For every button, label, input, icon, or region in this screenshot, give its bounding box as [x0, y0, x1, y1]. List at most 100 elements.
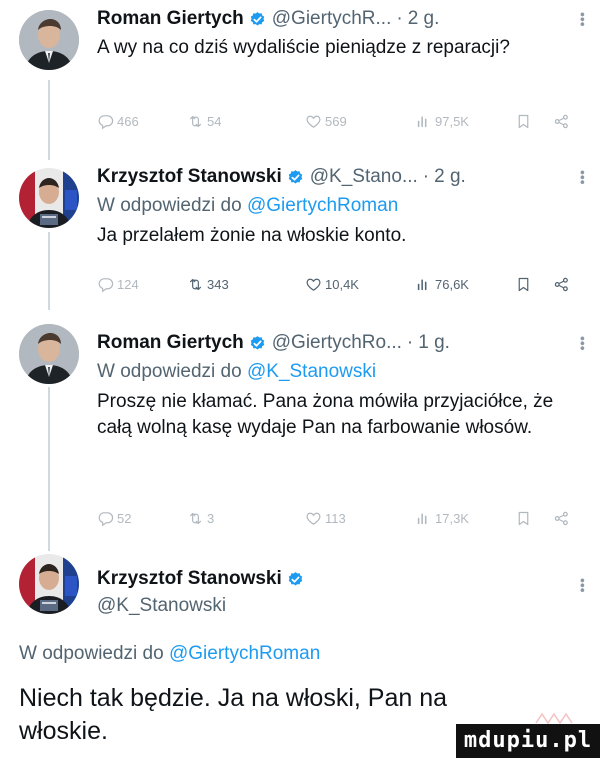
views-button[interactable]: 76,6K [415, 276, 515, 293]
watermark-ornament [535, 712, 573, 724]
bookmark-button[interactable] [515, 276, 553, 293]
reply-context: W odpowiedzi do @GiertychRoman [19, 641, 320, 667]
share-button[interactable] [553, 113, 573, 130]
tweet-time[interactable]: 2 g. [408, 7, 440, 31]
retweet-count: 3 [207, 510, 215, 526]
reply-to-mention[interactable]: @GiertychRoman [169, 643, 320, 664]
author-handle[interactable]: @GiertychR... [272, 7, 392, 31]
verified-icon [287, 571, 304, 588]
reply-count: 124 [117, 276, 139, 292]
tweet-actions: 52 3 113 17,3K [97, 508, 588, 528]
reply-context: W odpowiedzi do @K_Stanowski [97, 359, 588, 385]
tweet-actions: 466 54 569 97,5K [97, 111, 588, 131]
tweet-time[interactable]: 2 g. [434, 165, 466, 189]
tweet-text: A wy na co dziś wydaliście pieniądze z r… [97, 37, 510, 58]
bookmark-button[interactable] [515, 113, 553, 130]
views-count: 97,5K [435, 113, 469, 129]
views-icon [415, 113, 432, 130]
like-count: 10,4K [325, 276, 359, 292]
author-handle[interactable]: @K_Stanowski [97, 593, 588, 619]
author-name[interactable]: Krzysztof Stanowski [97, 165, 282, 189]
thread-line [48, 80, 50, 160]
more-icon[interactable]: ••• [575, 578, 591, 593]
avatar-krzysztof-stanowski[interactable] [19, 554, 79, 614]
bookmark-button[interactable] [515, 510, 553, 527]
tweet-header: Krzysztof Stanowski @K_Stano... · 2 g. [97, 165, 588, 189]
retweet-button[interactable]: 54 [187, 113, 305, 130]
bookmark-icon [515, 113, 532, 130]
tweet: Roman Giertych @GiertychRo... · 1 g. W o… [97, 331, 588, 441]
reply-prefix: W odpowiedzi do [97, 195, 242, 216]
share-button[interactable] [553, 510, 573, 527]
share-button[interactable] [553, 276, 573, 293]
avatar-krzysztof-stanowski[interactable] [19, 168, 79, 228]
reply-context: W odpowiedzi do @GiertychRoman [97, 193, 588, 219]
author-handle[interactable]: @K_Stano... [310, 165, 418, 189]
retweet-icon [187, 113, 204, 130]
more-icon[interactable]: ••• [575, 170, 591, 185]
retweet-count: 343 [207, 276, 229, 292]
reply-to-mention[interactable]: @K_Stanowski [247, 361, 376, 382]
tweet: Krzysztof Stanowski @K_Stano... · 2 g. W… [97, 165, 588, 249]
reply-icon [97, 113, 114, 130]
like-icon [305, 510, 322, 527]
reply-prefix: W odpowiedzi do [19, 643, 164, 664]
tweet: Roman Giertych @GiertychR... · 2 g. A wy… [97, 7, 588, 61]
verified-icon [249, 11, 266, 28]
share-icon [553, 510, 570, 527]
like-button[interactable]: 113 [305, 510, 415, 527]
more-icon[interactable]: ••• [575, 12, 591, 27]
reply-button[interactable]: 124 [97, 276, 187, 293]
thread-line [48, 387, 50, 551]
reply-count: 466 [117, 113, 139, 129]
views-count: 17,3K [435, 510, 469, 526]
bookmark-icon [515, 276, 532, 293]
tweet-text: Proszę nie kłamać. Pana żona mówiła przy… [97, 391, 554, 438]
like-icon [305, 113, 322, 130]
like-count: 113 [325, 510, 346, 526]
retweet-icon [187, 510, 204, 527]
author-name[interactable]: Krzysztof Stanowski [97, 567, 282, 591]
views-button[interactable]: 17,3K [415, 510, 515, 527]
tweet-header-block: Krzysztof Stanowski @K_Stanowski [97, 567, 588, 619]
reply-to-mention[interactable]: @GiertychRoman [247, 195, 398, 216]
retweet-button[interactable]: 3 [187, 510, 305, 527]
watermark-logo: mdupiu.pl [456, 724, 600, 758]
more-icon[interactable]: ••• [575, 336, 591, 351]
reply-icon [97, 510, 114, 527]
tweet-header: Roman Giertych @GiertychR... · 2 g. [97, 7, 588, 31]
views-icon [415, 510, 432, 527]
author-name[interactable]: Roman Giertych [97, 7, 244, 31]
author-handle[interactable]: @GiertychRo... [272, 331, 402, 355]
share-icon [553, 113, 570, 130]
retweet-button[interactable]: 343 [187, 276, 305, 293]
tweet-header: Roman Giertych @GiertychRo... · 1 g. [97, 331, 588, 355]
verified-icon [287, 169, 304, 186]
separator-dot: · [396, 8, 403, 29]
separator-dot: · [422, 166, 430, 187]
like-button[interactable]: 10,4K [305, 276, 415, 293]
reply-button[interactable]: 52 [97, 510, 187, 527]
thread-line [48, 232, 50, 310]
views-count: 76,6K [435, 276, 469, 292]
views-icon [415, 276, 432, 293]
retweet-count: 54 [207, 113, 222, 129]
author-name[interactable]: Roman Giertych [97, 331, 244, 355]
tweet-header: Krzysztof Stanowski [97, 567, 588, 591]
retweet-icon [187, 276, 204, 293]
share-icon [553, 276, 570, 293]
reply-prefix: W odpowiedzi do [97, 361, 242, 382]
separator-dot: · [406, 332, 414, 353]
tweet-text: Ja przelałem żonie na włoskie konto. [97, 225, 407, 246]
like-button[interactable]: 569 [305, 113, 415, 130]
verified-icon [249, 335, 266, 352]
reply-icon [97, 276, 114, 293]
reply-button[interactable]: 466 [97, 113, 187, 130]
tweet-time[interactable]: 1 g. [418, 331, 450, 355]
tweet-actions: 124 343 10,4K 76,6K [97, 274, 588, 294]
like-count: 569 [325, 113, 347, 129]
avatar-roman-giertych[interactable] [19, 10, 79, 70]
reply-count: 52 [117, 510, 132, 526]
views-button[interactable]: 97,5K [415, 113, 515, 130]
avatar-roman-giertych[interactable] [19, 324, 79, 384]
